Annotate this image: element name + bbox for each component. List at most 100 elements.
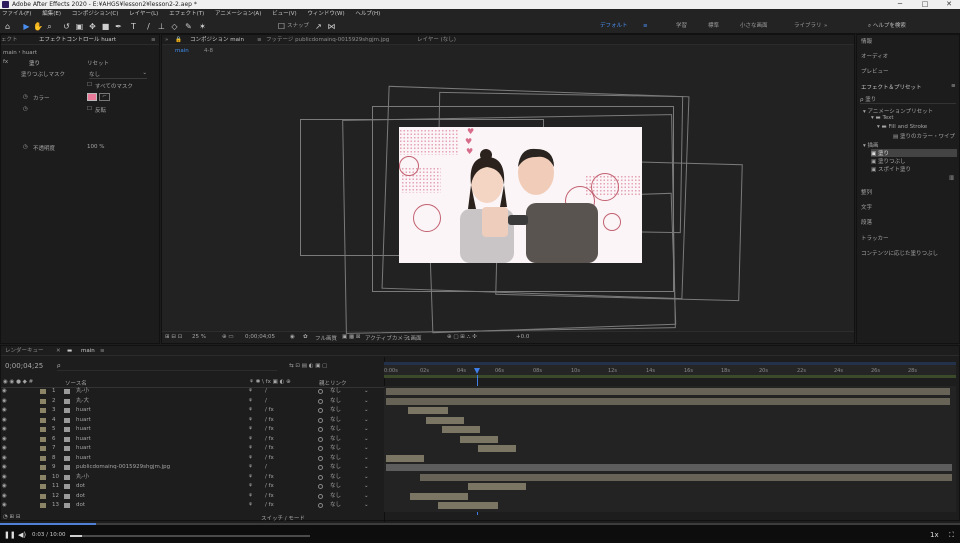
current-time[interactable]: 0;00;04;05 xyxy=(245,334,275,340)
pickwhip-icon[interactable] xyxy=(318,465,323,470)
layer-switches[interactable]: / fx xyxy=(265,406,274,416)
eye-icon[interactable]: ◉ xyxy=(2,387,7,397)
layer-bar[interactable] xyxy=(468,483,526,490)
workspace-small-screen[interactable]: 小さな画面 xyxy=(740,22,768,31)
shy-icon[interactable]: ⚘ xyxy=(248,425,253,435)
timeline-switch-icons[interactable]: ⇆ ⊡ ▤ ◐ ▣ ▢ xyxy=(289,363,327,369)
tab-effect-controls[interactable]: エフェクトコントロール huart xyxy=(39,35,116,45)
layer-row[interactable]: ◉ 3 huart ⚘ / fx なし ⌄ xyxy=(0,406,383,416)
mask-select[interactable]: なし ⌄ xyxy=(89,70,147,79)
resolution-select[interactable]: フル画質 xyxy=(315,334,337,342)
parent-select[interactable]: なし xyxy=(330,482,341,492)
timeline-footer-icons[interactable]: ◔ ⊞ ⊟ xyxy=(3,514,21,520)
shy-icon[interactable]: ⚘ xyxy=(248,444,253,454)
composition-canvas[interactable]: ♥ ♥ ♥ xyxy=(399,127,642,263)
label-color[interactable] xyxy=(40,427,46,432)
presets-title[interactable]: エフェクト＆プリセット xyxy=(861,83,922,91)
roto-brush-tool-icon[interactable]: ✎ xyxy=(184,22,193,31)
stopwatch-icon[interactable]: ◷ xyxy=(23,106,28,112)
snap-icon[interactable]: ↗ xyxy=(314,22,323,31)
layer-row[interactable]: ◉ 1 丸-小 ⚘ / なし ⌄ xyxy=(0,387,383,397)
opacity-value[interactable]: 100 % xyxy=(87,144,104,150)
audio-panel-tab[interactable]: オーディオ xyxy=(861,52,888,60)
new-bin-icon[interactable]: ▥ xyxy=(949,175,954,181)
grid-icons[interactable]: ▣ ▦ ⊠ xyxy=(342,334,361,340)
preview-panel-tab[interactable]: プレビュー xyxy=(861,67,889,75)
parent-select[interactable]: なし xyxy=(330,406,341,416)
camera-snapshot-icon[interactable]: ◉ xyxy=(290,334,295,340)
puppet-tool-icon[interactable]: ✶ xyxy=(198,22,207,31)
shy-icon[interactable]: ⚘ xyxy=(248,387,253,397)
menu-animation[interactable]: アニメーション(A) xyxy=(215,11,261,17)
menu-layer[interactable]: レイヤー(L) xyxy=(129,11,158,17)
clone-stamp-tool-icon[interactable]: ⊥ xyxy=(157,22,166,31)
preview-icons[interactable]: ⊞ ⊟ ⊡ xyxy=(165,334,182,340)
layer-switches[interactable]: / xyxy=(265,387,267,397)
workspace-learn[interactable]: 学習 xyxy=(676,22,687,31)
rotate-tool-icon[interactable]: ↺ xyxy=(62,22,71,31)
label-color[interactable] xyxy=(40,418,46,423)
hand-tool-icon[interactable]: ✋ xyxy=(33,22,43,31)
fit-icon[interactable]: ⊕ ▭ xyxy=(222,334,234,340)
eye-icon[interactable]: ◉ xyxy=(2,406,7,416)
pickwhip-icon[interactable] xyxy=(318,494,323,499)
presets-search-input[interactable]: ρ 塗り xyxy=(860,95,956,104)
rectangle-tool-icon[interactable]: ■ xyxy=(101,22,110,31)
tree-item-fill-selected[interactable]: ▣ 塗り xyxy=(871,149,957,157)
parent-select[interactable]: なし xyxy=(330,387,341,397)
layer-switches[interactable]: / fx xyxy=(265,482,274,492)
layer-row[interactable]: ◉ 7 huart ⚘ / fx なし ⌄ xyxy=(0,444,383,454)
comp-subtab-4-8[interactable]: 4-8 xyxy=(204,46,213,56)
label-color[interactable] xyxy=(40,456,46,461)
lock-icon[interactable]: 🔒 xyxy=(175,35,182,45)
label-color[interactable] xyxy=(40,494,46,499)
menu-window[interactable]: ウィンドウ(W) xyxy=(307,11,344,17)
volume-icon[interactable]: ◀) xyxy=(18,531,26,539)
layer-bar[interactable] xyxy=(386,464,952,471)
pickwhip-icon[interactable] xyxy=(318,408,323,413)
label-color[interactable] xyxy=(40,446,46,451)
zoom-level[interactable]: 25 % xyxy=(192,334,206,340)
seek-track[interactable] xyxy=(70,535,310,537)
parent-select[interactable]: なし xyxy=(330,501,341,511)
camera-select[interactable]: アクティブカメラ xyxy=(365,334,408,342)
layer-bar[interactable] xyxy=(386,388,950,395)
type-tool-icon[interactable]: T xyxy=(129,22,138,31)
layer-bar[interactable] xyxy=(426,417,464,424)
tab-composition[interactable]: コンポジション main xyxy=(190,35,244,45)
tree-item-animation-presets[interactable]: ▾ アニメーションプリセット xyxy=(863,107,933,115)
view-options-icons[interactable]: ⊕ ▢ ⊞ ⛬ ✣ xyxy=(447,334,477,341)
pickwhip-icon[interactable] xyxy=(318,475,323,480)
tab-main[interactable]: main xyxy=(81,346,95,356)
brush-tool-icon[interactable]: / xyxy=(144,22,153,31)
pickwhip-icon[interactable] xyxy=(318,418,323,423)
workspace-default[interactable]: デフォルト xyxy=(600,22,628,31)
panel-menu-icon[interactable]: ▬ xyxy=(67,346,72,356)
character-panel-tab[interactable]: 文字 xyxy=(861,203,872,211)
layer-row[interactable]: ◉ 13 dot ⚘ / fx なし ⌄ xyxy=(0,501,383,511)
layer-switches[interactable]: / fx xyxy=(265,501,274,511)
close-icon[interactable]: ✕ xyxy=(56,346,61,356)
layer-row[interactable]: ◉ 5 huart ⚘ / fx なし ⌄ xyxy=(0,425,383,435)
selection-tool-icon[interactable]: ▶ xyxy=(22,22,31,31)
eye-icon[interactable]: ◉ xyxy=(2,463,7,473)
panel-menu-icon[interactable]: ≡ xyxy=(151,35,156,45)
menu-composition[interactable]: コンポジション(C) xyxy=(72,11,119,17)
zoom-tool-icon[interactable]: ⌕ xyxy=(45,22,54,31)
workspace-standard[interactable]: 標準 xyxy=(708,22,719,31)
shy-icon[interactable]: ⚘ xyxy=(248,406,253,416)
stopwatch-icon[interactable]: ◷ xyxy=(23,144,28,150)
menu-file[interactable]: ファイル(F) xyxy=(2,11,31,17)
shy-icon[interactable]: ⚘ xyxy=(248,482,253,492)
parent-select[interactable]: なし xyxy=(330,425,341,435)
layer-switches[interactable]: / fx xyxy=(265,444,274,454)
pickwhip-icon[interactable] xyxy=(318,437,323,442)
pickwhip-icon[interactable] xyxy=(318,484,323,489)
stopwatch-icon[interactable]: ◷ xyxy=(23,94,28,100)
home-icon[interactable]: ⌂ xyxy=(3,22,12,31)
layer-switches[interactable]: / fx xyxy=(265,425,274,435)
more-workspaces-icon[interactable]: » xyxy=(824,22,827,31)
label-color[interactable] xyxy=(40,475,46,480)
pickwhip-icon[interactable] xyxy=(318,389,323,394)
layer-bar[interactable] xyxy=(460,436,498,443)
